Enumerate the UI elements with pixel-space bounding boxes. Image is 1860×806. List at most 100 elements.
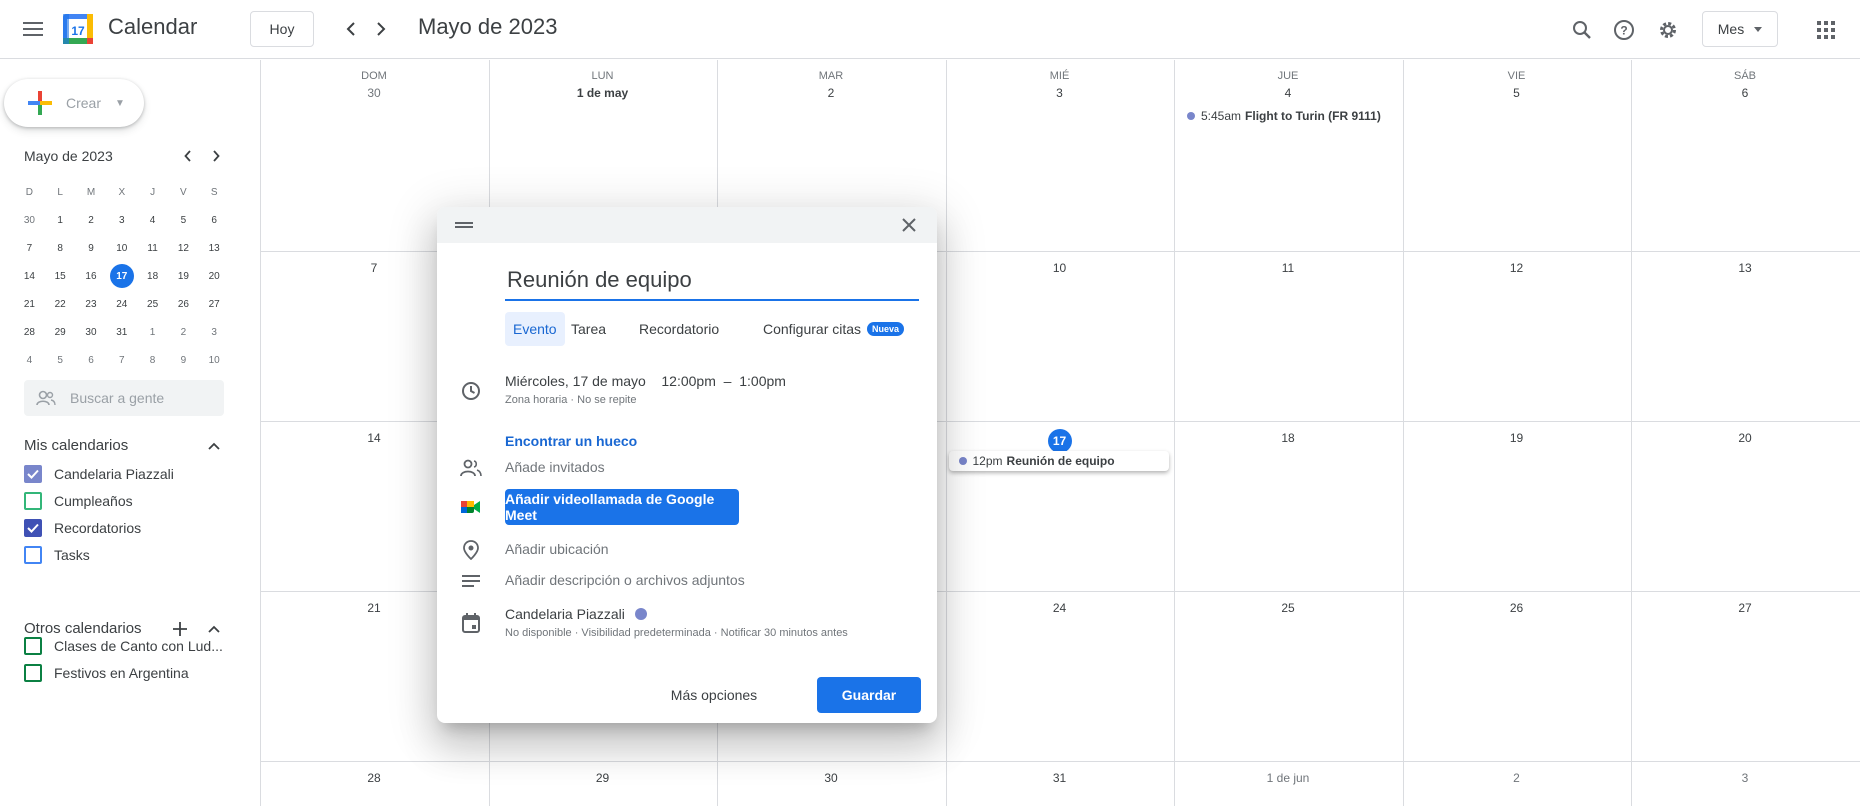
day-number[interactable]: 3 — [946, 86, 1174, 100]
day-number[interactable]: 30 — [260, 86, 488, 100]
apps-button[interactable] — [1808, 12, 1844, 48]
mini-calendar-day[interactable]: 3 — [106, 208, 137, 232]
add-location-field[interactable]: Añadir ubicación — [505, 541, 609, 557]
calendar-list-item[interactable]: Clases de Canto con Lud... — [24, 634, 223, 658]
mini-calendar-day[interactable]: 18 — [137, 264, 168, 288]
mini-calendar-day[interactable]: 3 — [199, 320, 230, 344]
day-cell[interactable] — [1175, 592, 1403, 761]
mini-calendar-day[interactable]: 14 — [14, 264, 45, 288]
save-button[interactable]: Guardar — [817, 677, 921, 713]
app-title[interactable]: Calendar — [108, 14, 197, 40]
mini-calendar-day[interactable]: 12 — [168, 236, 199, 260]
next-period-button[interactable] — [364, 12, 398, 46]
drag-handle-icon[interactable] — [455, 219, 473, 231]
mini-calendar-day[interactable]: 4 — [137, 208, 168, 232]
day-cell[interactable] — [1404, 592, 1632, 761]
mini-calendar-next-button[interactable] — [204, 144, 228, 168]
mini-calendar-day[interactable]: 5 — [168, 208, 199, 232]
mini-calendar-day[interactable]: 11 — [137, 236, 168, 260]
day-number[interactable]: 24 — [946, 601, 1174, 615]
mini-calendar-day[interactable]: 22 — [45, 292, 76, 316]
mini-calendar-day[interactable]: 2 — [76, 208, 107, 232]
mini-calendar-day[interactable]: 21 — [14, 292, 45, 316]
close-dialog-button[interactable] — [895, 211, 923, 239]
mini-calendar-day[interactable]: 10 — [199, 348, 230, 372]
mini-calendar-day[interactable]: 10 — [106, 236, 137, 260]
day-number[interactable]: 2 — [1403, 771, 1631, 785]
find-time-link[interactable]: Encontrar un hueco — [505, 433, 637, 449]
mini-calendar-prev-button[interactable] — [176, 144, 200, 168]
dialog-drag-bar[interactable] — [437, 207, 937, 243]
mini-calendar-day[interactable]: 31 — [106, 320, 137, 344]
day-cell[interactable] — [1632, 252, 1860, 421]
checkbox-checked[interactable] — [24, 519, 42, 537]
day-number[interactable]: 12 — [1403, 261, 1631, 275]
mini-calendar-day[interactable]: 30 — [76, 320, 107, 344]
mini-calendar-day[interactable]: 17 — [106, 264, 137, 288]
mini-calendar-day[interactable]: 9 — [168, 348, 199, 372]
mini-calendar-day[interactable]: 24 — [106, 292, 137, 316]
event-owner[interactable]: Candelaria Piazzali — [505, 606, 647, 622]
day-number[interactable]: 26 — [1403, 601, 1631, 615]
day-cell[interactable] — [1632, 422, 1860, 591]
calendar-list-item[interactable]: Cumpleaños — [24, 489, 133, 513]
calendar-list-item[interactable]: Tasks — [24, 543, 90, 567]
today-button[interactable]: Hoy — [250, 11, 314, 47]
checkbox-checked[interactable] — [24, 465, 42, 483]
day-number[interactable]: 13 — [1631, 261, 1859, 275]
day-number[interactable]: 29 — [489, 771, 717, 785]
day-number[interactable]: 30 — [717, 771, 945, 785]
mini-calendar-day[interactable]: 16 — [76, 264, 107, 288]
mini-calendar-day[interactable]: 25 — [137, 292, 168, 316]
day-number[interactable]: 6 — [1631, 86, 1859, 100]
checkbox-unchecked[interactable] — [24, 546, 42, 564]
mini-calendar-day[interactable]: 9 — [76, 236, 107, 260]
main-menu-button[interactable] — [14, 10, 52, 48]
mini-calendar-day[interactable]: 8 — [45, 236, 76, 260]
calendar-list-item[interactable]: Recordatorios — [24, 516, 141, 540]
mini-calendar-day[interactable]: 19 — [168, 264, 199, 288]
mini-calendar-day[interactable]: 20 — [199, 264, 230, 288]
tab-tarea[interactable]: Tarea — [563, 312, 614, 346]
day-cell[interactable] — [1175, 252, 1403, 421]
settings-button[interactable] — [1650, 12, 1686, 48]
mini-calendar-day[interactable]: 7 — [14, 236, 45, 260]
people-search-input[interactable]: Buscar a gente — [24, 380, 224, 416]
day-number[interactable]: 5 — [1403, 86, 1631, 100]
day-cell[interactable] — [1175, 422, 1403, 591]
mini-calendar-day[interactable]: 5 — [45, 348, 76, 372]
mini-calendar-day[interactable]: 13 — [199, 236, 230, 260]
collapse-my-calendars-button[interactable] — [202, 434, 226, 458]
mini-calendar-day[interactable]: 6 — [199, 208, 230, 232]
mini-calendar-day[interactable]: 1 — [45, 208, 76, 232]
tab-recordatorio[interactable]: Recordatorio — [631, 312, 727, 346]
event-chip-new-meeting[interactable]: 12pm Reunión de equipo — [948, 451, 1169, 471]
mini-calendar-day[interactable]: 29 — [45, 320, 76, 344]
tab-configurar-citas[interactable]: Configurar citas Nueva — [755, 312, 912, 346]
day-number[interactable]: 25 — [1174, 601, 1402, 615]
day-cell[interactable] — [1404, 422, 1632, 591]
timezone-recurrence[interactable]: Zona horaria · No se repite — [505, 394, 636, 406]
day-number[interactable]: 28 — [260, 771, 488, 785]
calendar-list-item[interactable]: Festivos en Argentina — [24, 661, 189, 685]
day-number[interactable]: 18 — [1174, 431, 1402, 445]
my-calendars-title[interactable]: Mis calendarios — [24, 437, 128, 454]
day-number[interactable]: 19 — [1403, 431, 1631, 445]
event-date-time[interactable]: Miércoles, 17 de mayo 12:00pm – 1:00pm — [505, 373, 786, 389]
mini-calendar-day[interactable]: 6 — [76, 348, 107, 372]
mini-calendar-day[interactable]: 1 — [137, 320, 168, 344]
mini-calendar-day[interactable]: 8 — [137, 348, 168, 372]
checkbox-unchecked[interactable] — [24, 637, 42, 655]
mini-calendar-day[interactable]: 30 — [14, 208, 45, 232]
mini-calendar-day[interactable]: 26 — [168, 292, 199, 316]
event-chip-flight[interactable]: 5:45am Flight to Turin (FR 9111) — [1177, 106, 1398, 126]
availability-visibility-notification[interactable]: No disponible · Visibilidad predetermina… — [505, 627, 848, 639]
checkbox-unchecked[interactable] — [24, 664, 42, 682]
add-description-field[interactable]: Añadir descripción o archivos adjuntos — [505, 572, 745, 588]
day-number[interactable]: 17 — [946, 429, 1174, 453]
day-cell[interactable] — [947, 252, 1175, 421]
day-number[interactable]: 1 de may — [489, 86, 717, 100]
day-cell[interactable] — [1632, 592, 1860, 761]
day-number[interactable]: 10 — [946, 261, 1174, 275]
day-cell[interactable] — [1404, 252, 1632, 421]
